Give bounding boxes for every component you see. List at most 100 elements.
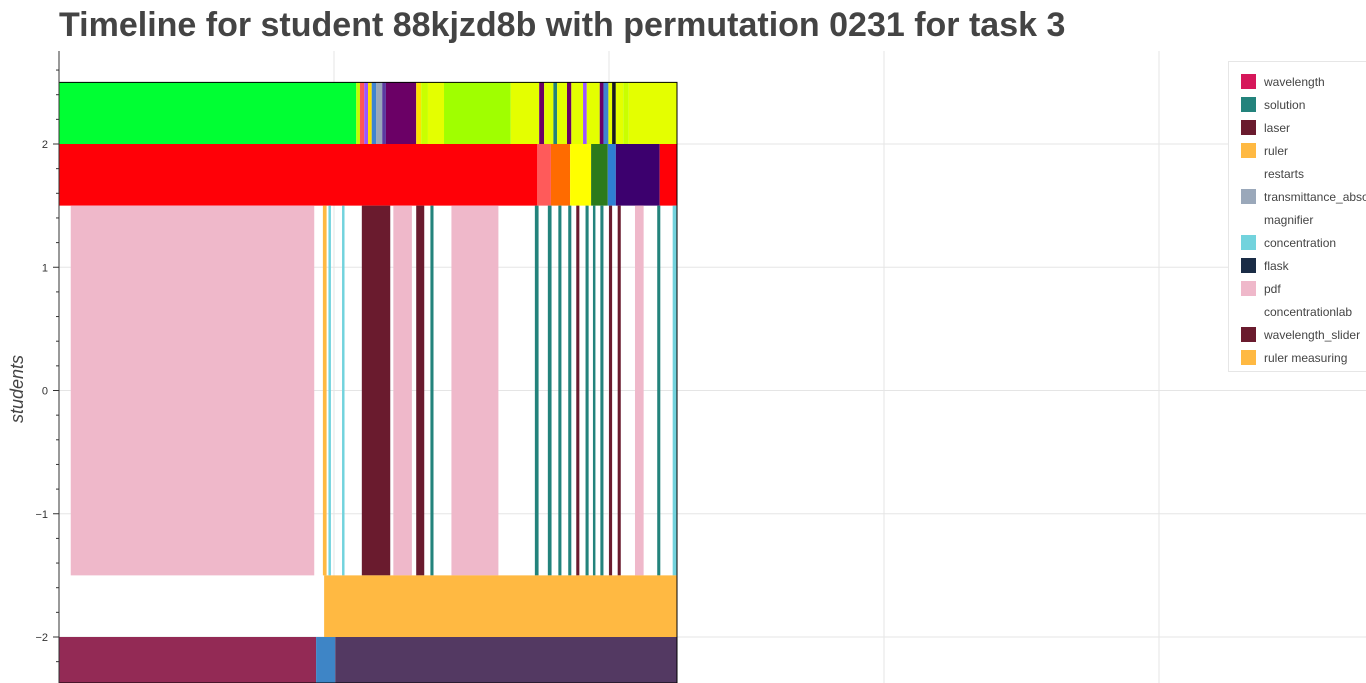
legend-item[interactable]: concentration (1229, 231, 1366, 254)
timeline-segment-ruler-row (324, 575, 677, 637)
legend-swatch (1241, 74, 1256, 89)
timeline-segment-top (427, 82, 445, 144)
legend: wavelength solution laser ruler restarts tran… (1228, 61, 1366, 372)
legend-item[interactable]: laser (1229, 116, 1366, 139)
timeline-segment-middle (576, 205, 580, 576)
timeline-segment-top (544, 82, 554, 144)
timeline-segment-second (615, 144, 660, 206)
legend-swatch (1241, 120, 1256, 135)
legend-label: laser (1264, 120, 1291, 135)
legend-swatch (1241, 327, 1256, 342)
timeline-segment-top (571, 82, 584, 144)
legend-label: wavelength (1264, 74, 1325, 89)
timeline-segment-top (371, 82, 377, 144)
legend-swatch (1241, 166, 1256, 181)
timeline-segment-middle (328, 205, 331, 576)
legend-label: ruler measuring (1264, 350, 1348, 365)
y-axis: −2 −1 0 1 2 (35, 51, 60, 683)
timeline-segment-middle (547, 205, 552, 576)
timeline-segment-middle (634, 205, 644, 576)
y-axis-label: students (7, 355, 27, 423)
timeline-segment-top (612, 82, 616, 144)
legend-item[interactable]: wavelength_slider (1229, 323, 1366, 346)
legend-item[interactable]: transmittance_absorbance (1229, 185, 1366, 208)
timeline-segment-top (356, 82, 360, 144)
timeline-segment-second (570, 144, 592, 206)
legend-item[interactable]: dependent variable (1229, 369, 1366, 371)
timeline-segment-top (364, 82, 368, 144)
timeline-segment-middle (558, 205, 562, 576)
timeline-segment-top (566, 82, 572, 144)
timeline-segment-second (550, 144, 571, 206)
timeline-segment-top (416, 82, 422, 144)
legend-label: restarts (1264, 166, 1305, 181)
timeline-segment-top (603, 82, 609, 144)
legend-swatch (1241, 304, 1256, 319)
legend-label: solution (1264, 97, 1306, 112)
y-tick-label: 0 (42, 386, 48, 398)
legend-swatch (1241, 235, 1256, 250)
legend-swatch (1241, 350, 1256, 365)
timeline-segment-top (628, 82, 677, 144)
timeline-segment-middle (322, 205, 327, 576)
legend-label: flask (1264, 258, 1289, 273)
legend-item[interactable]: ruler measuring (1229, 346, 1366, 369)
legend-item[interactable]: pdf (1229, 277, 1366, 300)
y-tick-label: 1 (42, 262, 48, 274)
legend-item[interactable]: flask (1229, 254, 1366, 277)
timeline-segment-top (586, 82, 600, 144)
timeline-segment-top (583, 82, 587, 144)
legend-item[interactable]: wavelength (1229, 70, 1366, 93)
y-tick-label: 2 (42, 139, 48, 151)
timeline-segment-second (59, 144, 538, 206)
legend-label: magnifier (1264, 212, 1314, 227)
timeline-segment-top (385, 82, 417, 144)
timeline-segment-top (421, 82, 428, 144)
legend-item[interactable]: solution (1229, 93, 1366, 116)
timeline-segment-bottom (335, 637, 677, 683)
legend-label: concentrationlab (1264, 304, 1353, 319)
timeline-segment-top (608, 82, 613, 144)
legend-label: transmittance_absorbance (1264, 189, 1366, 204)
timeline-segment-top (382, 82, 386, 144)
timeline-segment-middle (430, 205, 434, 576)
timeline-segment-top (615, 82, 624, 144)
timeline-segment-top (599, 82, 604, 144)
timeline-segment-second (591, 144, 608, 206)
timeline-segment-second (659, 144, 677, 206)
timeline-segment-middle (592, 205, 596, 576)
timeline-segment-middle (585, 205, 589, 576)
legend-item[interactable]: restarts (1229, 162, 1366, 185)
timeline-segment-middle (657, 205, 661, 576)
timeline-segment-middle (568, 205, 572, 576)
legend-item[interactable]: magnifier (1229, 208, 1366, 231)
timeline-segment-second (537, 144, 551, 206)
timeline-segment-middle (416, 205, 425, 576)
timeline-segment-middle (534, 205, 539, 576)
legend-item[interactable]: ruler (1229, 139, 1366, 162)
plot-area: −2 −1 0 1 2 students (7, 51, 1366, 683)
timeline-segment-middle (617, 205, 621, 576)
timeline-segment-bottom (59, 637, 317, 683)
timeline-segment-top (376, 82, 383, 144)
timeline-segment-top (557, 82, 567, 144)
timeline-segment-bottom (316, 637, 336, 683)
legend-swatch (1241, 258, 1256, 273)
timeline-segment-top (510, 82, 540, 144)
legend-swatch (1241, 212, 1256, 227)
timeline-segment-middle (672, 205, 677, 576)
legend-item[interactable]: concentrationlab (1229, 300, 1366, 323)
timeline-segment-top (623, 82, 629, 144)
timeline-segment-top (368, 82, 372, 144)
legend-swatch (1241, 281, 1256, 296)
timeline-segment-middle (451, 205, 499, 576)
timeline-segment-middle (600, 205, 604, 576)
legend-swatch (1241, 143, 1256, 158)
timeline-segment-middle (393, 205, 412, 576)
legend-swatch (1241, 97, 1256, 112)
legend-label: wavelength_slider (1264, 327, 1361, 342)
timeline-segment-top (539, 82, 545, 144)
timeline-segment-top (59, 82, 357, 144)
timeline-bars (59, 82, 677, 683)
timeline-segment-top (553, 82, 558, 144)
